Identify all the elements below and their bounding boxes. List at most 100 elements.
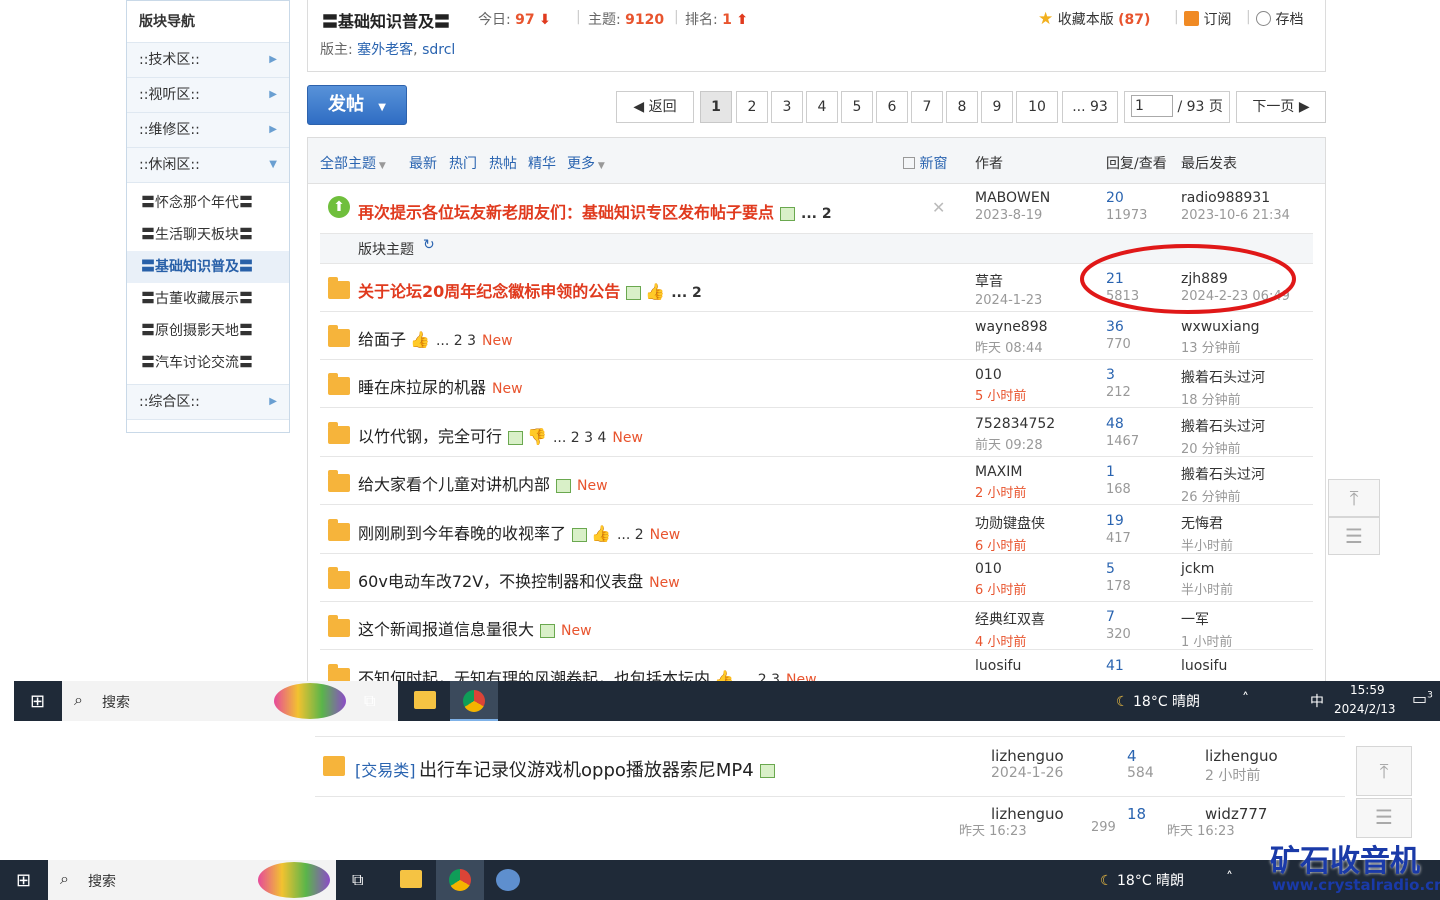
sidebar-item-chat[interactable]: 〓生活聊天板块〓 (127, 219, 289, 251)
thread-pages[interactable]: ... 2 (617, 527, 644, 543)
table-row[interactable]: 刚刚刷到今年春晚的收视率了 👍... 2 New 功勋键盘侠 6 小时前 19 417 无悔君… (320, 506, 1313, 554)
thread-title[interactable]: 以竹代钢，完全可行 👎... 2 3 4 New (358, 423, 643, 447)
filter-newest[interactable]: 最新 (409, 153, 437, 173)
sidebar-item-antiques[interactable]: 〓古董收藏展示〓 (127, 283, 289, 315)
page-2[interactable]: 2 (736, 91, 768, 123)
thread-title[interactable]: 这个新闻报道信息量很大 New (358, 616, 592, 640)
page-5[interactable]: 5 (841, 91, 873, 123)
thread-title[interactable]: 给大家看个儿童对讲机内部 New (358, 471, 608, 495)
new-window-toggle[interactable]: 新窗 (903, 153, 947, 173)
image-icon (556, 478, 572, 493)
thread-pages[interactable]: ... 2 3 (436, 333, 476, 349)
tray-chevron-icon[interactable]: ˄ (1226, 870, 1233, 886)
sidebar-section-repair[interactable]: ::维修区:: ▶ (127, 113, 289, 148)
sidebar-section-leisure[interactable]: ::休闲区:: ▼ (127, 148, 289, 183)
thread-title[interactable]: 关于论坛20周年纪念徽标申领的公告 👍... 2 (358, 278, 702, 302)
table-row[interactable]: 给大家看个儿童对讲机内部 New MAXIM 2 小时前 1 168 搬着石头过河 26 分钟… (320, 457, 1313, 505)
table-row[interactable]: 这个新闻报道信息量很大 New 经典红双喜 4 小时前 7 320 一军 1 小时前 (320, 602, 1313, 650)
refresh-icon[interactable]: ↻ (423, 237, 435, 253)
filter-hotpost[interactable]: 热帖 (489, 153, 517, 173)
table-row[interactable]: 以竹代钢，完全可行 👎... 2 3 4 New 752834752 前天 09:28 4… (320, 409, 1313, 457)
taskbar: ⊞ ⌕ 搜索 ⧉ ☾ 18°C 晴朗 ˄ (0, 860, 1440, 900)
page-4[interactable]: 4 (806, 91, 838, 123)
sidebar-section-av[interactable]: ::视听区:: ▶ (127, 78, 289, 113)
clock-date[interactable]: 2024/2/13 (1334, 702, 1396, 716)
clock-time[interactable]: 15:59 (1350, 683, 1385, 697)
weather[interactable]: ☾ 18°C 晴朗 (1100, 870, 1184, 890)
page-3[interactable]: 3 (771, 91, 803, 123)
thread-pages[interactable]: ... 2 3 4 (553, 430, 606, 446)
filter-all[interactable]: 全部主题 ▼ (320, 153, 386, 173)
back-to-top-button[interactable]: ⤒ (1328, 479, 1380, 517)
task-view-icon[interactable]: ⧉ (352, 870, 363, 890)
thread-title[interactable]: 不知何时起，无知有理的风潮卷起，也包括本坛内 👍... 2 3 New (358, 665, 817, 681)
thread-title[interactable]: 再次提示各位坛友新老朋友们：基础知识专区发布帖子要点... 2 (358, 199, 832, 223)
page-6[interactable]: 6 (876, 91, 908, 123)
checkbox[interactable] (903, 157, 915, 169)
notification-icon[interactable]: ▭3 (1412, 689, 1433, 708)
paint-app-icon[interactable] (496, 869, 520, 891)
tray-chevron-icon[interactable]: ˄ (1242, 691, 1249, 707)
sidebar-item-photo[interactable]: 〓原创摄影天地〓 (127, 315, 289, 347)
thread-tag[interactable]: [交易类] (355, 757, 416, 781)
page-last[interactable]: ... 93 (1062, 91, 1118, 123)
next-page-button[interactable]: 下一页 ▶ (1236, 91, 1326, 123)
thread-title[interactable]: 出行车记录仪游戏机oppo播放器索尼MP4 (419, 756, 775, 782)
filter-hot[interactable]: 热门 (449, 153, 477, 173)
sidebar-item-basics[interactable]: 〓基础知识普及〓 (127, 251, 289, 283)
list-view-button[interactable]: ☰ (1328, 517, 1380, 555)
file-explorer-icon[interactable] (400, 870, 422, 888)
chevron-down-icon: ▼ (269, 159, 277, 170)
thread-last: jckm 半小时前 (1181, 561, 1234, 598)
thread-title[interactable]: 60v电动车改72V，不换控制器和仪表盘 New (358, 568, 680, 592)
watermark-url: www.crystalradio.cn (1272, 876, 1440, 894)
table-row[interactable]: 不知何时起，无知有理的风潮卷起，也包括本坛内 👍... 2 3 New luosifu… (320, 651, 1313, 681)
back-button[interactable]: ◀ 返回 (616, 91, 694, 123)
thread-last: 搬着石头过河 20 分钟前 (1181, 419, 1265, 457)
archive-button[interactable]: 存档 (1256, 9, 1303, 29)
windows-start-icon[interactable]: ⊞ (16, 870, 31, 891)
chrome-taskbar-item[interactable] (436, 860, 484, 900)
back-to-top-button[interactable]: ⤒ (1356, 746, 1412, 796)
subscribe-button[interactable]: 订阅 (1184, 9, 1231, 29)
filter-digest[interactable]: 精华 (528, 153, 556, 173)
close-icon[interactable]: ✕ (932, 198, 945, 217)
folder-icon (328, 470, 350, 492)
chrome-taskbar-item[interactable] (450, 681, 498, 721)
file-explorer-icon[interactable] (414, 691, 436, 709)
windows-start-icon[interactable]: ⊞ (30, 691, 45, 712)
lower-screenshot: [交易类] 出行车记录仪游戏机oppo播放器索尼MP4 lizhenguo 202… (305, 721, 1355, 859)
moderator-link[interactable]: sdrcl (422, 42, 455, 58)
page-input[interactable]: 1 (1131, 95, 1173, 117)
taskbar-search[interactable]: ⌕ 搜索 (62, 681, 398, 721)
table-row[interactable]: 睡在床拉尿的机器 New 010 5 小时前 3 212 搬着石头过河 18 分钟前 (320, 360, 1313, 408)
table-row[interactable]: 给面子 👍... 2 3 New wayne898 昨天 08:44 36 770 wxwux… (320, 312, 1313, 360)
favorite-button[interactable]: ★ 收藏本版 (87) (1038, 9, 1150, 29)
weather[interactable]: ☾ 18°C 晴朗 (1116, 691, 1200, 711)
sidebar-item-cars[interactable]: 〓汽车讨论交流〓 (127, 347, 289, 379)
thread-title[interactable]: 睡在床拉尿的机器 New (358, 374, 523, 398)
page-7[interactable]: 7 (911, 91, 943, 123)
page-9[interactable]: 9 (981, 91, 1013, 123)
page-1[interactable]: 1 (700, 91, 732, 123)
page-10[interactable]: 10 (1016, 91, 1058, 123)
table-row[interactable]: 60v电动车改72V，不换控制器和仪表盘 New 010 6 小时前 5 178 jckm 半… (320, 554, 1313, 602)
moderator-link[interactable]: 塞外老客 (357, 42, 413, 58)
thread-title[interactable]: 给面子 👍... 2 3 New (358, 326, 513, 350)
list-view-button[interactable]: ☰ (1356, 798, 1412, 838)
ime-indicator[interactable]: 中 (1310, 691, 1324, 711)
table-row[interactable]: ⬆ 再次提示各位坛友新老朋友们：基础知识专区发布帖子要点... 2 ✕ MABO… (320, 184, 1313, 234)
arrow-up-icon: ⬆ (736, 12, 749, 28)
new-post-button[interactable]: 发帖 ▼ (307, 85, 407, 125)
thread-title[interactable]: 刚刚刷到今年春晚的收视率了 👍... 2 New (358, 520, 680, 544)
sidebar-section-tech[interactable]: ::技术区:: ▶ (127, 43, 289, 78)
filter-more[interactable]: 更多 ▼ (567, 153, 605, 173)
sidebar-item-era[interactable]: 〓怀念那个年代〓 (127, 187, 289, 219)
task-view-icon[interactable]: ⧉ (364, 691, 375, 711)
taskbar-search[interactable]: ⌕ 搜索 (48, 860, 336, 900)
col-replies: 回复/查看 (1106, 156, 1167, 172)
moon-icon: ☾ (1100, 873, 1113, 889)
sidebar-section-general[interactable]: ::综合区:: ▶ (127, 385, 289, 420)
thread-pages[interactable]: ... 2 (671, 285, 702, 301)
page-8[interactable]: 8 (946, 91, 978, 123)
